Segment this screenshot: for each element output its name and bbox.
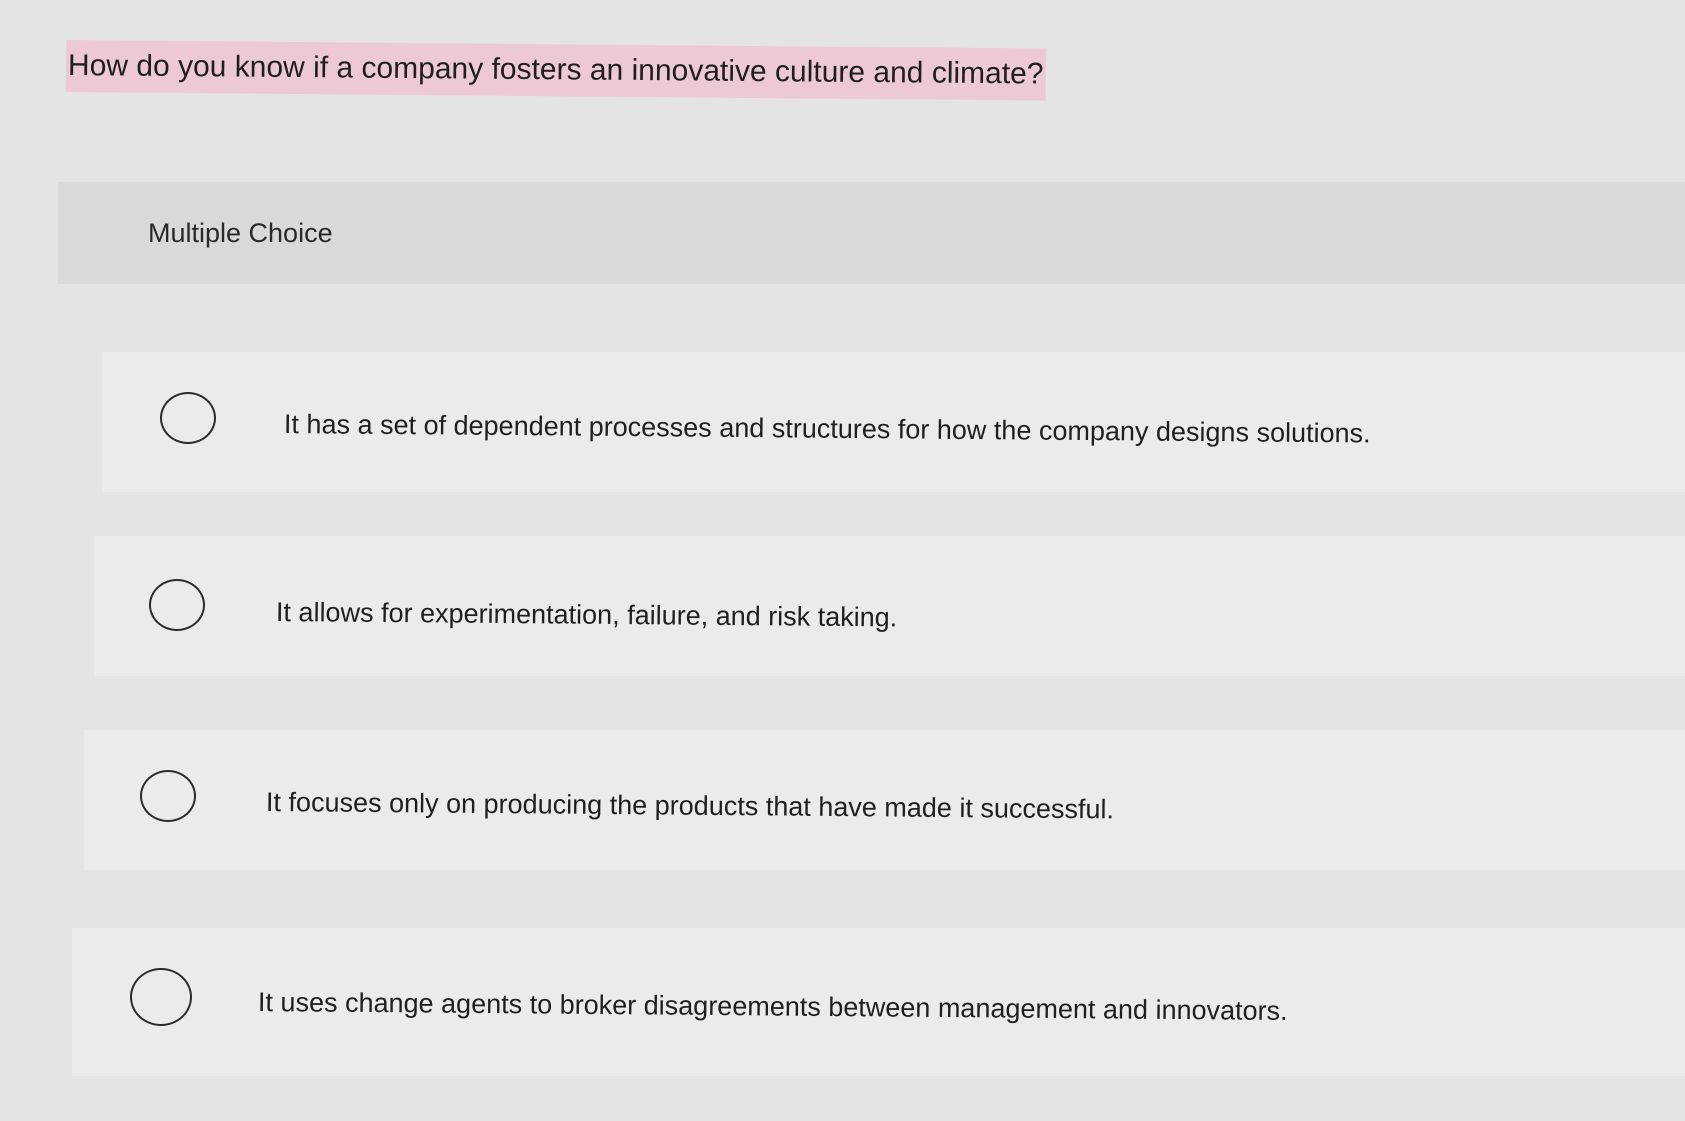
- option-4-label[interactable]: It uses change agents to broker disagree…: [258, 984, 1288, 1029]
- radio-unchecked-icon[interactable]: [140, 770, 196, 822]
- multiple-choice-label: Multiple Choice: [148, 218, 333, 248]
- option-4[interactable]: It uses change agents to broker disagree…: [72, 928, 1685, 1076]
- option-1[interactable]: It has a set of dependent processes and …: [102, 352, 1685, 492]
- question-text: How do you know if a company fosters an …: [65, 40, 1046, 101]
- option-2-label[interactable]: It allows for experimentation, failure, …: [276, 594, 898, 635]
- option-2[interactable]: It allows for experimentation, failure, …: [94, 536, 1685, 676]
- radio-unchecked-icon[interactable]: [149, 579, 205, 631]
- option-3[interactable]: It focuses only on producing the product…: [84, 730, 1685, 870]
- option-3-label[interactable]: It focuses only on producing the product…: [266, 784, 1114, 827]
- radio-unchecked-icon[interactable]: [130, 968, 192, 1026]
- radio-unchecked-icon[interactable]: [160, 392, 216, 444]
- option-1-label[interactable]: It has a set of dependent processes and …: [284, 406, 1371, 451]
